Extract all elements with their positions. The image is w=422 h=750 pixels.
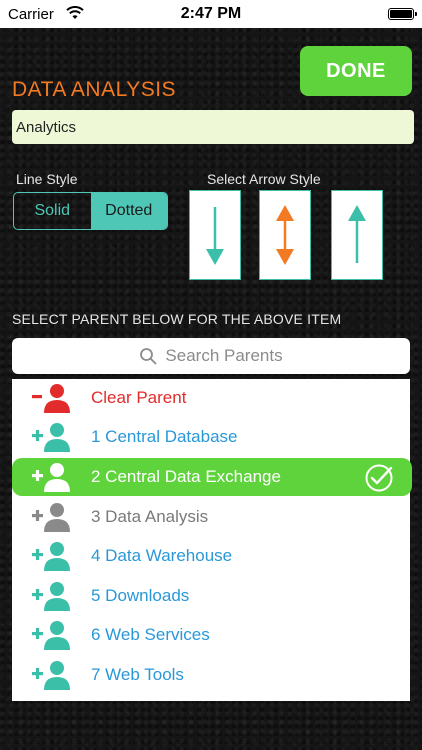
list-item-label: 5 Downloads <box>91 586 190 605</box>
search-icon <box>140 348 157 365</box>
line-style-dotted-option[interactable]: Dotted <box>90 193 167 229</box>
search-parents-field[interactable]: Search Parents <box>12 338 410 374</box>
line-style-segmented-control: Solid Dotted <box>13 192 168 230</box>
search-placeholder: Search Parents <box>165 346 283 365</box>
add-user-icon <box>32 463 70 492</box>
up-arrow-icon <box>348 205 366 263</box>
page-title: DATA ANALYSIS <box>12 78 177 101</box>
list-item-data-analysis[interactable]: 3 Data Analysis <box>12 498 410 536</box>
line-style-label: Line Style <box>16 171 78 187</box>
arrow-style-label: Select Arrow Style <box>207 171 321 187</box>
list-item-label: Clear Parent <box>91 388 187 407</box>
add-user-icon <box>32 582 70 611</box>
checkmark-icon <box>365 464 393 492</box>
arrow-style-down-option[interactable] <box>189 190 241 280</box>
add-user-icon <box>32 542 70 571</box>
list-item-label: 4 Data Warehouse <box>91 546 233 565</box>
list-item-label: 7 Web Tools <box>91 665 184 684</box>
bidirectional-arrow-icon <box>276 205 294 265</box>
list-item-central-database[interactable]: 1 Central Database <box>12 418 410 456</box>
add-user-icon <box>32 661 70 690</box>
list-item-web-services[interactable]: 6 Web Services <box>12 616 410 654</box>
list-item-downloads[interactable]: 5 Downloads <box>12 577 410 615</box>
clock: 2:47 PM <box>180 5 242 22</box>
list-item-label: 3 Data Analysis <box>91 507 209 526</box>
add-user-icon <box>32 423 70 452</box>
select-parent-label: SELECT PARENT BELOW FOR THE ABOVE ITEM <box>12 311 342 327</box>
status-bar: Carrier 2:47 PM <box>0 0 422 28</box>
add-user-icon <box>32 503 70 532</box>
list-item-label: 1 Central Database <box>91 427 238 446</box>
remove-user-icon <box>32 384 70 413</box>
list-item-central-data-exchange[interactable]: 2 Central Data Exchange <box>12 458 412 496</box>
line-style-solid-option[interactable]: Solid <box>14 193 91 229</box>
item-name-field[interactable] <box>12 110 414 144</box>
done-button[interactable]: DONE <box>300 46 412 96</box>
arrow-style-up-option[interactable] <box>331 190 383 280</box>
add-user-icon <box>32 621 70 650</box>
down-arrow-icon <box>206 207 224 265</box>
battery-icon <box>388 8 417 20</box>
list-item-data-warehouse[interactable]: 4 Data Warehouse <box>12 537 410 575</box>
arrow-style-bidirectional-option[interactable] <box>259 190 311 280</box>
list-item-label: 6 Web Services <box>91 625 210 644</box>
parent-list: Clear Parent 1 Central Database 2 Centra… <box>12 379 412 701</box>
list-item-label: 2 Central Data Exchange <box>91 467 281 486</box>
list-item-web-tools[interactable]: 7 Web Tools <box>12 656 410 694</box>
list-item-clear-parent[interactable]: Clear Parent <box>12 379 410 417</box>
